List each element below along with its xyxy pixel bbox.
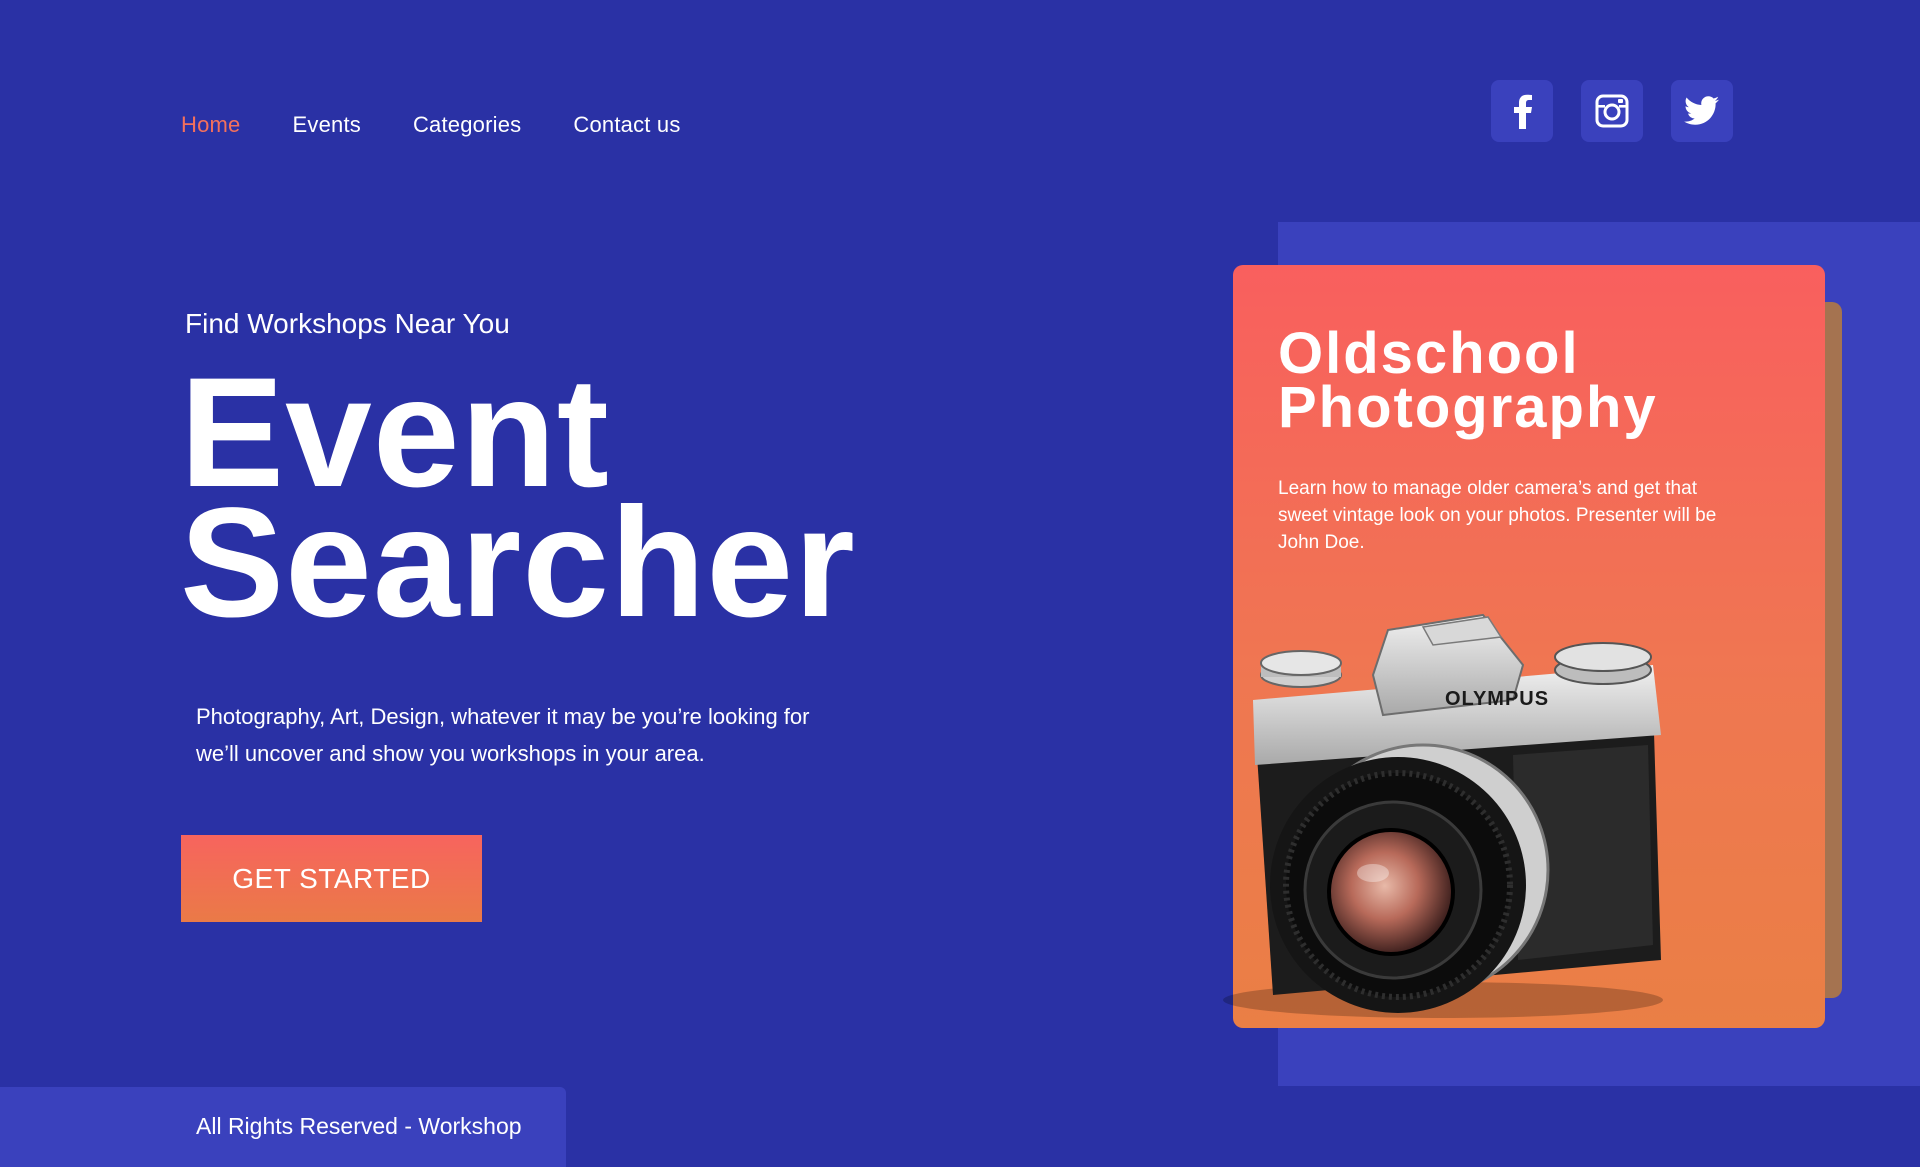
facebook-icon: [1514, 94, 1532, 129]
hero-title: Event Searcher: [180, 355, 856, 650]
social-links: [1491, 80, 1733, 142]
instagram-button[interactable]: [1581, 80, 1643, 142]
card-title: Oldschool Photography: [1278, 321, 1658, 440]
nav-home[interactable]: Home: [181, 112, 241, 138]
card-title-line-2: Photography: [1278, 375, 1658, 440]
card-title-line-1: Oldschool: [1278, 321, 1580, 386]
hero-description-line-1: Photography, Art, Design, whatever it ma…: [196, 704, 810, 729]
nav-contact[interactable]: Contact us: [573, 112, 680, 138]
twitter-icon: [1684, 96, 1719, 125]
facebook-button[interactable]: [1491, 80, 1553, 142]
footer: All Rights Reserved - Workshop: [0, 1087, 566, 1167]
hero-eyebrow: Find Workshops Near You: [185, 308, 510, 339]
workshop-card[interactable]: Oldschool Photography Learn how to manag…: [1223, 265, 1825, 1028]
hero-description-line-2: we’ll uncover and show you workshops in …: [196, 741, 705, 766]
footer-copyright: All Rights Reserved - Workshop: [196, 1113, 522, 1139]
instagram-icon: [1595, 94, 1629, 128]
nav-categories[interactable]: Categories: [413, 112, 521, 138]
camera-brand-label: OLYMPUS: [1445, 688, 1549, 710]
get-started-button[interactable]: GET STARTED: [181, 835, 482, 922]
card-description: Learn how to manage older camera’s and g…: [1278, 478, 1717, 553]
camera-image: OLYMPUS: [1223, 613, 1663, 1018]
landing-page: Home Events Categories Contact us Find W…: [0, 0, 1920, 1167]
main-nav: Home Events Categories Contact us: [181, 112, 681, 138]
hero-description: Photography, Art, Design, whatever it ma…: [196, 698, 876, 772]
twitter-button[interactable]: [1671, 80, 1733, 142]
nav-events[interactable]: Events: [293, 112, 361, 138]
hero-title-line-2: Searcher: [180, 476, 856, 650]
